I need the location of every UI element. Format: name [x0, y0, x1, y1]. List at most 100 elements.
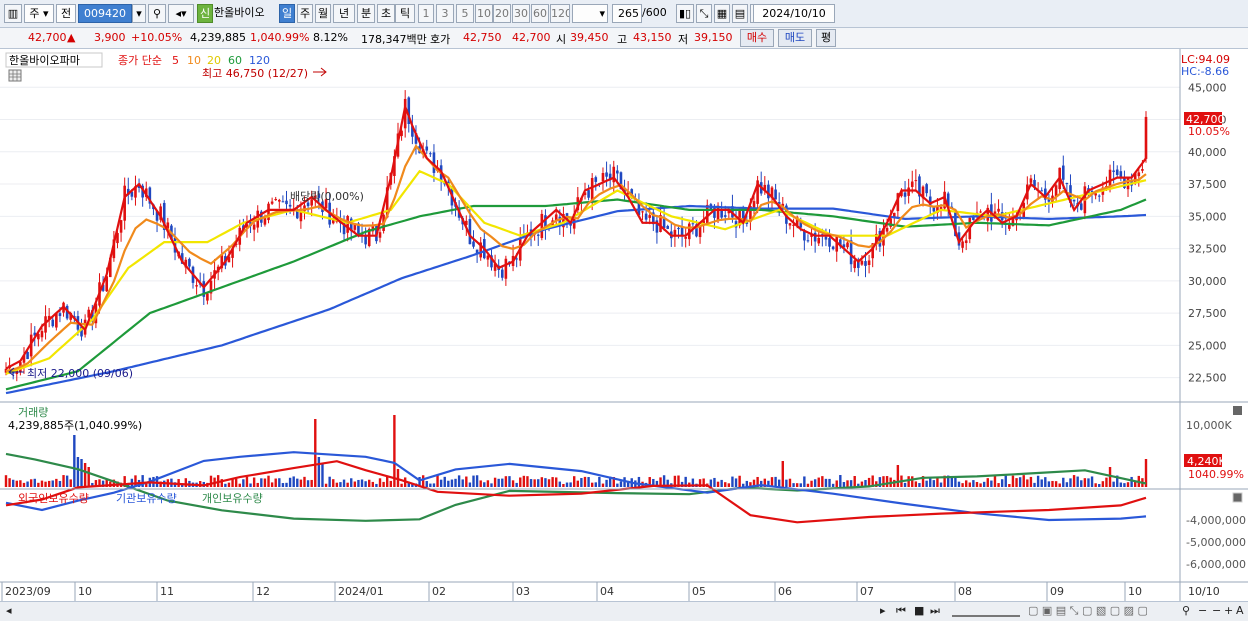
candle-body [1137, 172, 1141, 177]
scroll-left-icon[interactable]: ◂ [6, 604, 12, 617]
bid-price: 42,700 [512, 31, 551, 44]
bar-count-input[interactable]: 265 [612, 4, 642, 23]
interval-1[interactable]: 1 [418, 4, 434, 23]
volume-bar [925, 480, 928, 487]
sound-icon[interactable]: ◂▾ [168, 4, 194, 23]
candle-body [964, 240, 968, 244]
interval-60[interactable]: 60 [531, 4, 549, 23]
interval-3[interactable]: 3 [436, 4, 454, 23]
date-input[interactable]: 2024/10/10 [753, 4, 835, 23]
compare-icon[interactable]: ▦ [714, 4, 730, 23]
legend-foreign: 외국인보유수량 [18, 492, 89, 505]
volume-bar [993, 475, 997, 487]
rewind-icon[interactable]: ⏮ [896, 604, 906, 618]
volume-bar [835, 480, 838, 487]
interval-5[interactable]: 5 [456, 4, 474, 23]
last-price-pct: 10.05% [1188, 125, 1230, 138]
interval-120[interactable]: 120 [550, 4, 570, 23]
x-axis-label: 11 [160, 585, 174, 598]
eval-button[interactable]: 평 [816, 29, 836, 47]
volume-bar [885, 476, 889, 487]
font-size-icon[interactable]: A [1236, 604, 1244, 617]
candle-body [119, 220, 123, 233]
legend-institution: 기관보유수량 [116, 492, 177, 505]
candle-body [713, 206, 716, 218]
code-dropdown-button[interactable]: ▾ [132, 4, 146, 23]
quote-bar: 42,700 ▲ 3,900 +10.05% 4,239,885 1,040.9… [0, 28, 1248, 49]
volume-bar [583, 476, 587, 487]
volume-bar [1065, 482, 1069, 487]
market-select[interactable]: 주 ▾ [24, 4, 54, 23]
menu-icon[interactable]: ▥ [4, 4, 22, 23]
table-icon[interactable] [8, 69, 22, 82]
period-tick[interactable]: 틱 [395, 4, 415, 23]
volume-bar [788, 478, 792, 487]
draw-tool-icon[interactable]: ⤡ [696, 4, 712, 23]
tools-icons[interactable]: ▢ ▣ ▤ ⤡ ▢ ▧ ▢ ▨ ▢ [1028, 604, 1148, 618]
scroll-right-icon[interactable]: ▸ [880, 604, 886, 617]
period-minute[interactable]: 분 [357, 4, 375, 23]
period-week[interactable]: 주 [297, 4, 313, 23]
candle-body [885, 227, 889, 232]
zoom-reset-icon[interactable]: − [1212, 604, 1221, 617]
search-icon[interactable]: ⚲ [148, 4, 166, 23]
volume-bar [1119, 482, 1123, 487]
x-axis-end-label: 10/10 [1188, 585, 1220, 598]
period-month[interactable]: 월 [315, 4, 331, 23]
sell-button[interactable]: 매도 [778, 29, 812, 47]
candle-body [252, 224, 256, 230]
stock-code-input[interactable]: 009420 [78, 4, 132, 23]
volume-bar [986, 478, 989, 487]
x-axis-label: 03 [516, 585, 530, 598]
holding-close-icon[interactable] [1233, 493, 1242, 502]
volume-bar [903, 482, 907, 487]
volume-bar [601, 483, 605, 487]
volume-bar [1062, 477, 1065, 487]
period-day[interactable]: 일 [279, 4, 295, 23]
volume-bar [1044, 477, 1047, 487]
volume-bar [558, 481, 562, 487]
candle-body [616, 170, 619, 174]
zoom-out-icon[interactable]: − [1198, 604, 1207, 617]
volume-bar [590, 482, 594, 487]
interval-10[interactable]: 10 [475, 4, 493, 23]
search-mode-select[interactable]: 전 [56, 4, 76, 23]
period-year[interactable]: 년 [333, 4, 355, 23]
trade-amount: 178,347백만 [361, 33, 427, 46]
zoom-slider[interactable] [952, 607, 1020, 617]
volume-bar [1047, 481, 1051, 487]
volume-bar [51, 480, 54, 487]
candle-body [677, 227, 680, 230]
legend-ma20: 20 [207, 54, 221, 67]
price-change-pct: +10.05% [131, 31, 183, 44]
interval-custom-select[interactable]: ▾ [572, 4, 608, 23]
chart-area[interactable]: 45,00042,50040,00037,50035,00032,50030,0… [0, 49, 1248, 601]
volume-bar [360, 479, 364, 487]
stop-icon[interactable]: ■ [914, 604, 924, 617]
candle-body [536, 234, 540, 236]
buy-button[interactable]: 매수 [740, 29, 774, 47]
volume-bar [842, 482, 846, 487]
hc-value: HC:-8.66 [1181, 65, 1229, 78]
candle-body [429, 153, 432, 155]
zoom-icon[interactable]: ⚲ [1182, 604, 1190, 617]
volume-bar [400, 483, 403, 487]
volume-bar [1105, 477, 1108, 487]
volume-bar [378, 478, 382, 487]
forward-icon[interactable]: ⏭ [930, 604, 940, 618]
legend-ma120: 120 [249, 54, 270, 67]
volume-bar [1076, 476, 1079, 487]
volume-bar [529, 479, 533, 487]
volume-bar [1080, 480, 1083, 487]
candle-body [774, 189, 777, 200]
volume-bar [483, 482, 486, 487]
zoom-in-icon[interactable]: + [1224, 604, 1233, 617]
volume-close-icon[interactable] [1233, 406, 1242, 415]
interval-20[interactable]: 20 [493, 4, 511, 23]
chart-type-icon[interactable]: ▮▯ [676, 4, 694, 23]
candle-body [914, 180, 918, 182]
volume-bar [296, 478, 299, 487]
interval-30[interactable]: 30 [512, 4, 530, 23]
save-icon[interactable]: ▤ [732, 4, 748, 23]
period-second[interactable]: 초 [377, 4, 395, 23]
